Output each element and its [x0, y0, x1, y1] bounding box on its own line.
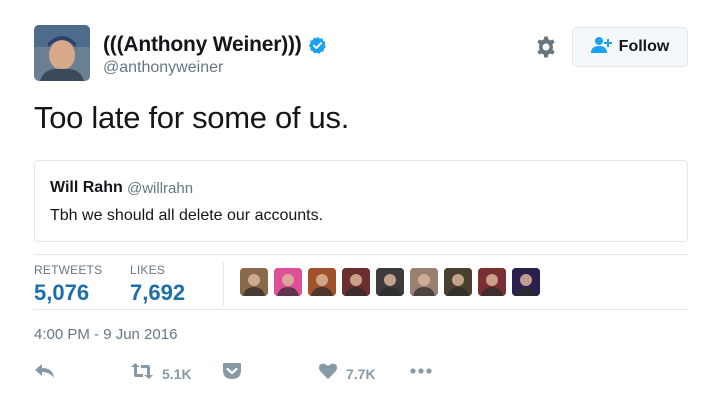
pocket-icon [222, 362, 242, 385]
more-button[interactable] [410, 362, 432, 385]
divider [34, 309, 688, 310]
retweet-count: 5.1K [162, 365, 192, 382]
liker-avatar[interactable] [376, 268, 404, 296]
quoted-author-handle: @willrahn [127, 180, 194, 197]
retweets-label: RETWEETS [34, 263, 103, 277]
likes-label: LIKES [130, 263, 166, 277]
liker-avatar[interactable] [410, 268, 438, 296]
more-dots-icon [410, 362, 432, 385]
stats-separator [223, 262, 224, 306]
quoted-tweet-text: Tbh we should all delete our accounts. [50, 207, 324, 224]
quoted-author-name: Will Rahn [50, 179, 123, 196]
likes-value: 7,692 [130, 280, 186, 305]
likes-stat[interactable]: LIKES 7,692 [130, 263, 185, 306]
verified-badge-icon [308, 36, 327, 55]
author-avatar[interactable] [34, 25, 90, 81]
liker-avatar[interactable] [308, 268, 336, 296]
like-button[interactable]: 7.7K [318, 362, 376, 385]
author-handle[interactable]: @anthonyweiner [103, 59, 223, 77]
quoted-tweet[interactable]: Will Rahn @willrahn Tbh we should all de… [34, 160, 688, 242]
tweet-actions: 5.1K 7.7K [0, 362, 720, 388]
liker-avatar[interactable] [478, 268, 506, 296]
tweet-text: Too late for some of us. [34, 100, 350, 135]
liker-avatar[interactable] [240, 268, 268, 296]
follow-label: Follow [618, 38, 670, 55]
retweets-stat[interactable]: RETWEETS 5,076 [34, 263, 102, 306]
tweet-timestamp[interactable]: 4:00 PM - 9 Jun 2016 [34, 326, 177, 343]
tweet-card: (((Anthony Weiner))) @anthonyweiner Foll… [0, 0, 720, 414]
retweet-icon [130, 362, 154, 385]
heart-icon [318, 362, 338, 385]
gear-icon[interactable] [534, 35, 558, 59]
liker-avatar[interactable] [342, 268, 370, 296]
author-name-row: (((Anthony Weiner))) [103, 33, 327, 57]
retweet-button[interactable]: 5.1K [130, 362, 192, 385]
liker-avatars [240, 268, 546, 296]
divider [34, 254, 688, 255]
like-count: 7.7K [346, 365, 376, 382]
reply-icon [34, 362, 56, 385]
add-user-icon [590, 36, 613, 59]
reply-button[interactable] [34, 362, 56, 385]
liker-avatar[interactable] [512, 268, 540, 296]
save-button[interactable] [222, 362, 242, 385]
liker-avatar[interactable] [444, 268, 472, 296]
retweets-value: 5,076 [34, 280, 90, 305]
follow-button[interactable]: Follow [572, 27, 688, 67]
author-display-name[interactable]: (((Anthony Weiner))) [103, 33, 302, 57]
liker-avatar[interactable] [274, 268, 302, 296]
